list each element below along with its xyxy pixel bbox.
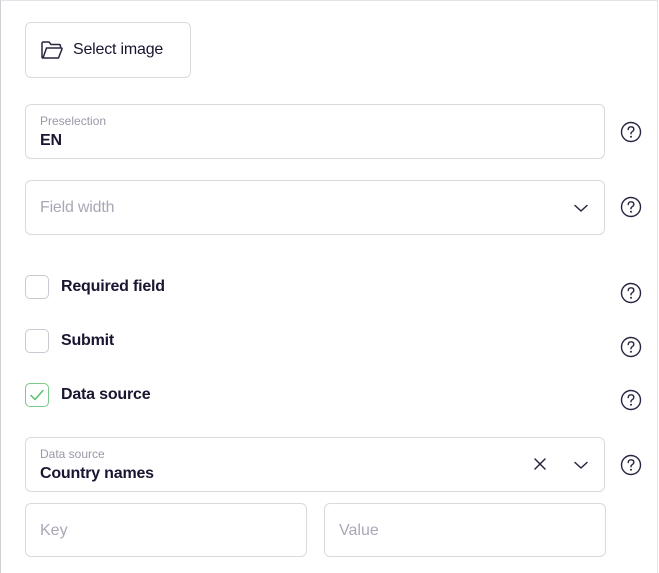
required-field-checkbox-row[interactable]: Required field xyxy=(25,275,165,299)
data-source-checkbox-label: Data source xyxy=(61,386,151,403)
help-icon[interactable] xyxy=(620,389,642,411)
preselection-value: EN xyxy=(40,132,62,149)
required-field-checkbox[interactable] xyxy=(25,275,49,299)
value-input[interactable]: Value xyxy=(324,503,606,557)
data-source-label: Data source xyxy=(40,447,105,461)
data-source-select[interactable]: Data source Country names xyxy=(25,437,605,492)
submit-checkbox[interactable] xyxy=(25,329,49,353)
help-icon[interactable] xyxy=(620,121,642,143)
help-icon[interactable] xyxy=(620,282,642,304)
data-source-checkbox-row[interactable]: Data source xyxy=(25,383,151,407)
chevron-down-icon[interactable] xyxy=(572,456,590,474)
key-input[interactable]: Key xyxy=(25,503,307,557)
select-image-button[interactable]: Select image xyxy=(25,22,191,78)
submit-label: Submit xyxy=(61,332,115,349)
clear-icon[interactable] xyxy=(531,455,549,473)
select-image-label: Select image xyxy=(73,41,164,58)
help-icon[interactable] xyxy=(620,196,642,218)
value-placeholder: Value xyxy=(339,522,379,539)
chevron-down-icon[interactable] xyxy=(572,199,590,217)
field-width-select[interactable]: Field width xyxy=(25,180,605,235)
folder-open-icon xyxy=(40,40,64,60)
submit-checkbox-row[interactable]: Submit xyxy=(25,329,114,353)
required-field-label: Required field xyxy=(61,278,165,295)
checkmark-icon xyxy=(30,389,44,401)
help-icon[interactable] xyxy=(620,336,642,358)
preselection-field[interactable]: Preselection EN xyxy=(25,104,605,159)
key-placeholder: Key xyxy=(40,522,68,539)
help-icon[interactable] xyxy=(620,454,642,476)
data-source-checkbox[interactable] xyxy=(25,383,49,407)
preselection-label: Preselection xyxy=(40,114,107,128)
field-width-placeholder: Field width xyxy=(40,199,115,216)
data-source-value: Country names xyxy=(40,465,154,482)
